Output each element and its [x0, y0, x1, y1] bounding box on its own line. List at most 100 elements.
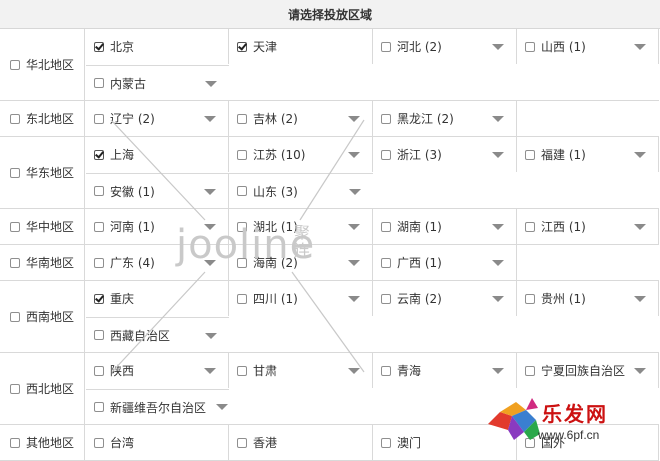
chevron-down-icon[interactable]	[492, 116, 504, 122]
province-checkbox[interactable]	[237, 257, 247, 268]
province-checkbox[interactable]	[237, 186, 247, 196]
province-item[interactable]: 广东 (4)	[86, 245, 229, 280]
province-checkbox[interactable]	[237, 149, 247, 160]
region-checkbox[interactable]	[10, 437, 20, 448]
region-checkbox[interactable]	[10, 311, 20, 322]
province-checkbox[interactable]	[525, 293, 535, 304]
province-item[interactable]: 江西 (1)	[517, 209, 659, 244]
province-item[interactable]: 新疆维吾尔自治区	[86, 389, 229, 424]
province-checkbox[interactable]	[237, 113, 247, 124]
province-checkbox[interactable]	[94, 149, 104, 160]
chevron-down-icon[interactable]	[348, 116, 360, 122]
province-checkbox[interactable]	[525, 41, 535, 52]
province-item[interactable]: 甘肃	[229, 353, 373, 388]
region-checkbox[interactable]	[10, 257, 20, 268]
province-item[interactable]: 海南 (2)	[229, 245, 373, 280]
province-checkbox[interactable]	[94, 221, 104, 232]
province-item[interactable]: 国外	[517, 425, 659, 460]
province-item[interactable]: 黑龙江 (2)	[373, 101, 517, 136]
region-label[interactable]: 西北地区	[0, 353, 85, 424]
province-item[interactable]: 河南 (1)	[86, 209, 229, 244]
province-item[interactable]: 北京	[86, 29, 229, 64]
chevron-down-icon[interactable]	[634, 44, 646, 50]
province-item[interactable]: 河北 (2)	[373, 29, 517, 64]
chevron-down-icon[interactable]	[492, 44, 504, 50]
province-checkbox[interactable]	[381, 257, 391, 268]
province-checkbox[interactable]	[525, 149, 535, 160]
province-item[interactable]: 西藏自治区	[86, 317, 229, 352]
chevron-down-icon[interactable]	[492, 260, 504, 266]
province-item[interactable]: 云南 (2)	[373, 281, 517, 316]
province-item[interactable]: 宁夏回族自治区	[517, 353, 659, 388]
chevron-down-icon[interactable]	[204, 116, 216, 122]
province-checkbox[interactable]	[525, 365, 535, 376]
province-item[interactable]: 山东 (3)	[229, 173, 373, 208]
province-item[interactable]: 四川 (1)	[229, 281, 373, 316]
province-checkbox[interactable]	[94, 41, 104, 52]
region-label[interactable]: 华南地区	[0, 245, 85, 280]
province-checkbox[interactable]	[94, 402, 104, 412]
province-item[interactable]: 湖北 (1)	[229, 209, 373, 244]
province-checkbox[interactable]	[94, 437, 104, 448]
province-checkbox[interactable]	[381, 41, 391, 52]
province-item[interactable]: 陕西	[86, 353, 229, 388]
province-checkbox[interactable]	[94, 113, 104, 124]
chevron-down-icon[interactable]	[492, 296, 504, 302]
region-checkbox[interactable]	[10, 113, 20, 124]
province-item[interactable]: 吉林 (2)	[229, 101, 373, 136]
province-checkbox[interactable]	[237, 41, 247, 52]
region-label[interactable]: 华东地区	[0, 137, 85, 208]
province-item[interactable]: 山西 (1)	[517, 29, 659, 64]
chevron-down-icon[interactable]	[204, 368, 216, 374]
province-item[interactable]: 青海	[373, 353, 517, 388]
chevron-down-icon[interactable]	[204, 189, 216, 195]
chevron-down-icon[interactable]	[634, 296, 646, 302]
province-checkbox[interactable]	[237, 437, 247, 448]
province-checkbox[interactable]	[94, 293, 104, 304]
province-checkbox[interactable]	[381, 113, 391, 124]
chevron-down-icon[interactable]	[349, 189, 361, 195]
province-item[interactable]: 香港	[229, 425, 373, 460]
province-checkbox[interactable]	[94, 186, 104, 196]
region-label[interactable]: 东北地区	[0, 101, 85, 136]
province-item[interactable]: 湖南 (1)	[373, 209, 517, 244]
province-checkbox[interactable]	[381, 149, 391, 160]
chevron-down-icon[interactable]	[634, 368, 646, 374]
province-checkbox[interactable]	[381, 221, 391, 232]
chevron-down-icon[interactable]	[348, 296, 360, 302]
province-item[interactable]: 安徽 (1)	[86, 173, 229, 208]
region-checkbox[interactable]	[10, 383, 20, 394]
province-item[interactable]: 江苏 (10)	[229, 137, 373, 172]
region-checkbox[interactable]	[10, 167, 20, 178]
province-item[interactable]: 台湾	[86, 425, 229, 460]
province-item[interactable]: 贵州 (1)	[517, 281, 659, 316]
chevron-down-icon[interactable]	[216, 404, 229, 410]
chevron-down-icon[interactable]	[204, 260, 216, 266]
chevron-down-icon[interactable]	[634, 152, 646, 158]
province-checkbox[interactable]	[525, 221, 535, 232]
region-label[interactable]: 华中地区	[0, 209, 85, 244]
chevron-down-icon[interactable]	[634, 224, 646, 230]
province-item[interactable]: 福建 (1)	[517, 137, 659, 172]
province-checkbox[interactable]	[94, 257, 104, 268]
chevron-down-icon[interactable]	[348, 152, 360, 158]
province-item[interactable]: 上海	[86, 137, 229, 172]
province-item[interactable]: 重庆	[86, 281, 229, 316]
chevron-down-icon[interactable]	[348, 224, 360, 230]
province-checkbox[interactable]	[237, 221, 247, 232]
province-checkbox[interactable]	[525, 437, 535, 448]
region-label[interactable]: 西南地区	[0, 281, 85, 352]
province-checkbox[interactable]	[94, 78, 104, 88]
province-item[interactable]: 浙江 (3)	[373, 137, 517, 172]
chevron-down-icon[interactable]	[492, 368, 504, 374]
chevron-down-icon[interactable]	[348, 368, 360, 374]
province-item[interactable]: 辽宁 (2)	[86, 101, 229, 136]
province-item[interactable]: 天津	[229, 29, 373, 64]
province-checkbox[interactable]	[381, 293, 391, 304]
chevron-down-icon[interactable]	[205, 333, 217, 339]
region-label[interactable]: 华北地区	[0, 29, 85, 100]
province-item[interactable]: 澳门	[373, 425, 517, 460]
province-checkbox[interactable]	[94, 330, 104, 340]
province-item[interactable]: 广西 (1)	[373, 245, 517, 280]
region-checkbox[interactable]	[10, 221, 20, 232]
